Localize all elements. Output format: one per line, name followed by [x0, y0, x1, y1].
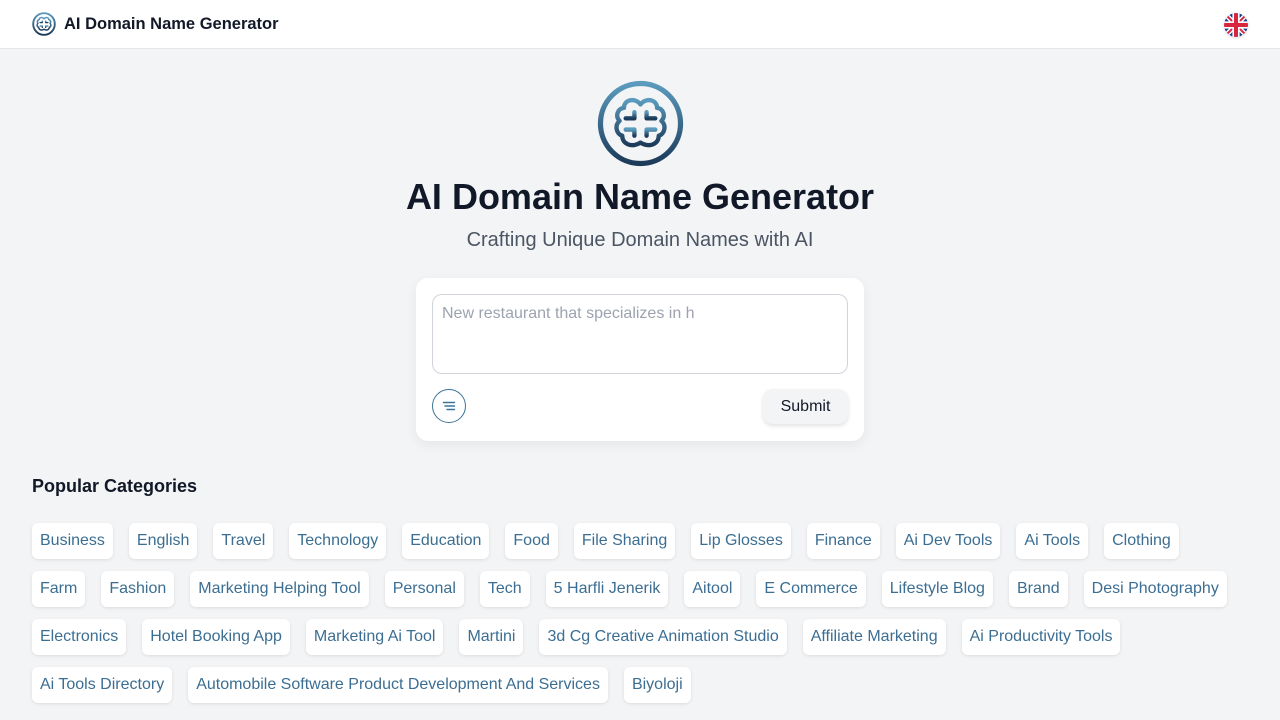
category-chip[interactable]: 3d Cg Creative Animation Studio [539, 619, 787, 655]
category-chip[interactable]: Lip Glosses [691, 523, 791, 559]
page-title: AI Domain Name Generator [405, 176, 875, 217]
options-button[interactable] [432, 389, 466, 423]
top-navbar: AI Domain Name Generator [0, 0, 1280, 49]
category-chip[interactable]: Tech [479, 571, 530, 607]
brand-name: AI Domain Name Generator [64, 14, 279, 33]
category-chip[interactable]: Aitool [684, 571, 741, 607]
category-chip[interactable]: File Sharing [573, 523, 676, 559]
brain-logo-icon [32, 12, 56, 36]
category-chip[interactable]: Finance [806, 523, 880, 559]
prompt-input[interactable] [432, 294, 848, 374]
page-subtitle: Crafting Unique Domain Names with AI [466, 229, 814, 251]
category-chip[interactable]: E Commerce [756, 571, 866, 607]
popular-categories-heading: Popular Categories [32, 476, 198, 496]
prompt-card: Submit [416, 278, 864, 441]
brand-home-link[interactable]: AI Domain Name Generator [32, 12, 279, 36]
category-chip[interactable]: Ai Productivity Tools [961, 619, 1121, 655]
category-chip[interactable]: Ai Tools Directory [32, 667, 173, 703]
category-chip[interactable]: Automobile Software Product Development … [188, 667, 608, 703]
category-chip[interactable]: Ai Tools [1016, 523, 1089, 559]
category-chip[interactable]: Marketing Helping Tool [190, 571, 369, 607]
category-chip[interactable]: Food [505, 523, 558, 559]
options-lines-icon [442, 401, 456, 411]
brain-logo-icon [597, 80, 684, 167]
category-chip[interactable]: Marketing Ai Tool [305, 619, 444, 655]
category-chip[interactable]: 5 Harfli Jenerik [545, 571, 669, 607]
category-chip[interactable]: Biyoloji [623, 667, 691, 703]
category-chip[interactable]: Clothing [1104, 523, 1179, 559]
uk-flag-icon [1224, 13, 1248, 37]
category-chip[interactable]: Travel [213, 523, 274, 559]
category-chip[interactable]: Personal [384, 571, 464, 607]
submit-button[interactable]: Submit [763, 389, 848, 424]
category-chip[interactable]: Technology [289, 523, 387, 559]
category-chip[interactable]: Education [402, 523, 490, 559]
category-chip[interactable]: Affiliate Marketing [802, 619, 946, 655]
category-chip[interactable]: Farm [32, 571, 86, 607]
category-chip[interactable]: Hotel Booking App [142, 619, 290, 655]
language-selector-button[interactable] [1224, 13, 1248, 37]
category-chip[interactable]: Electronics [32, 619, 127, 655]
category-chip[interactable]: English [128, 523, 198, 559]
category-chip[interactable]: Lifestyle Blog [881, 571, 993, 607]
category-chip[interactable]: Ai Dev Tools [895, 523, 1001, 559]
category-chip[interactable]: Martini [459, 619, 524, 655]
category-chip[interactable]: Brand [1008, 571, 1068, 607]
category-chip[interactable]: Business [32, 523, 113, 559]
category-chip[interactable]: Desi Photography [1083, 571, 1227, 607]
category-chip[interactable]: Fashion [101, 571, 175, 607]
hero-logo [597, 80, 684, 167]
category-list: Business English Travel Technology Education… [32, 523, 1248, 703]
